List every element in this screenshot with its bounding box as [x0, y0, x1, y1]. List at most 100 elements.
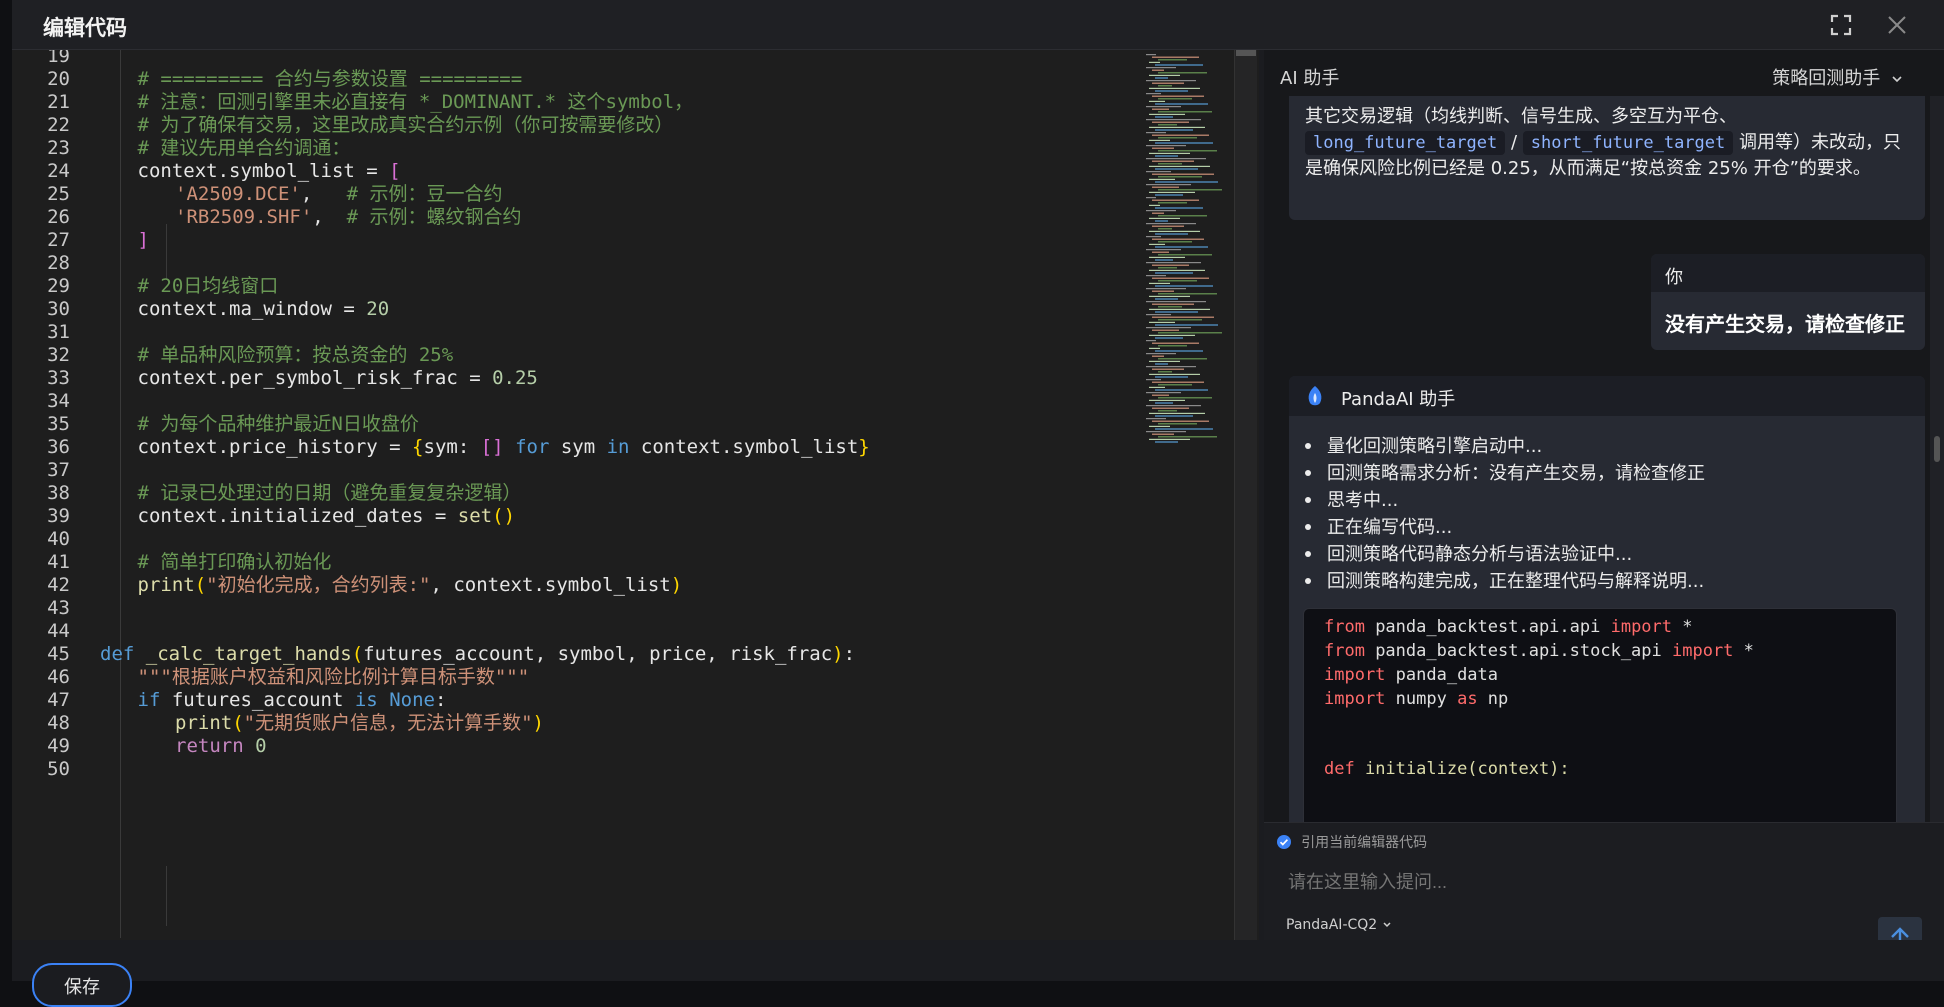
line-number: 19 [47, 50, 70, 67]
code-line[interactable]: return 0 [175, 732, 267, 760]
minimap-line [1155, 389, 1208, 391]
minimap-line [1152, 264, 1189, 266]
close-icon[interactable] [1885, 13, 1909, 37]
minimap-line [1149, 100, 1165, 102]
minimap-line [1152, 212, 1164, 214]
code-editor[interactable]: 19 20 21 22 23 24 25 26 27 28 29 30 31 32 33 34 35 36 37 38… [12, 50, 1259, 940]
minimap[interactable] [1142, 50, 1242, 940]
save-button[interactable]: 保存 [32, 963, 132, 1007]
minimap-line [1149, 230, 1200, 232]
indent-guide [166, 866, 167, 926]
minimap-line [1146, 184, 1191, 186]
code-token: as [1457, 689, 1478, 709]
code-line[interactable]: context.ma_window = 20 [138, 295, 390, 323]
minimap-line [1146, 249, 1181, 251]
minimap-line [1155, 155, 1178, 157]
minimap-line [1155, 376, 1188, 378]
minimap-line [1146, 132, 1166, 134]
minimap-line [1152, 355, 1164, 357]
code-line: def initialize(context): [1324, 759, 1570, 779]
minimap-line [1158, 423, 1197, 425]
line-number: 21 [47, 91, 70, 113]
minimap-line [1155, 298, 1178, 300]
step-item: 回测策略代码静态分析与语法验证中... [1327, 544, 1633, 565]
minimap-line [1155, 428, 1213, 430]
chat-input[interactable] [1286, 863, 1850, 901]
chat-scrollbar[interactable] [1930, 96, 1944, 822]
code-token: def [1324, 759, 1365, 779]
line-number: 27 [47, 229, 70, 251]
code-line: import numpy as np [1324, 689, 1508, 709]
minimap-line [1146, 418, 1166, 420]
code-line[interactable]: ] [138, 226, 149, 254]
minimap-line [1146, 54, 1156, 56]
minimap-line [1158, 280, 1197, 282]
minimap-line [1149, 178, 1175, 180]
minimap-line [1152, 134, 1209, 136]
minimap-line [1158, 124, 1177, 126]
minimap-line [1155, 246, 1208, 248]
chat-input-area: 引用当前编辑器代码 PandaAI-CQ2 [1264, 822, 1944, 961]
step-item: 正在编写代码... [1327, 517, 1453, 538]
message-line: 是确保风险比例已经是 0.25，从而满足“按总资金 25% 开仓”的要求。 [1305, 158, 1871, 179]
minimap-line [1149, 334, 1195, 336]
message-line: 其它交易逻辑（均线判断、信号生成、多空互为平仓、 [1305, 106, 1737, 127]
minimap-line [1158, 410, 1177, 412]
line-number: 24 [47, 160, 70, 182]
minimap-line [1152, 173, 1214, 175]
code-area[interactable]: # ========= 合约与参数设置 ========= # 注意：回测引擎里未… [100, 50, 1148, 940]
code-line[interactable]: context.per_symbol_risk_frac = 0.25 [138, 364, 538, 392]
assistant-mode-dropdown[interactable]: 策略回测助手 [1772, 64, 1904, 90]
code-chip: long_future_target [1305, 131, 1506, 155]
minimap-line [1155, 402, 1173, 404]
minimap-line [1158, 85, 1172, 87]
minimap-line [1149, 256, 1185, 258]
editor-scroll-thumb[interactable] [1236, 50, 1256, 56]
code-line[interactable]: context.initialized_dates = set() [138, 502, 516, 530]
line-number: 42 [47, 574, 70, 596]
minimap-line [1149, 269, 1205, 271]
minimap-line [1155, 272, 1193, 274]
fullscreen-icon[interactable] [1829, 13, 1853, 37]
minimap-line [1149, 425, 1170, 427]
reference-editor-toggle[interactable]: 引用当前编辑器代码 [1276, 831, 1427, 852]
minimap-line [1158, 241, 1192, 243]
line-number-gutter: 19 20 21 22 23 24 25 26 27 28 29 30 31 32 33 34 35 36 37 38… [12, 50, 108, 940]
code-token: panda_backtest.api.stock_api [1375, 641, 1672, 661]
chat-history[interactable]: 其它交易逻辑（均线判断、信号生成、多空互为平仓、 long_future_tar… [1264, 96, 1944, 822]
minimap-line [1146, 405, 1201, 407]
generated-code-block[interactable]: from panda_backtest.api.api import * fro… [1303, 608, 1897, 822]
model-selector[interactable]: PandaAI-CQ2 [1286, 917, 1392, 933]
minimap-line [1158, 137, 1197, 139]
line-number: 44 [47, 620, 70, 642]
chat-scroll-thumb[interactable] [1934, 436, 1940, 462]
minimap-line [1152, 225, 1184, 227]
editor-scrollbar[interactable] [1234, 50, 1257, 940]
minimap-line [1158, 267, 1177, 269]
minimap-line [1158, 306, 1182, 308]
minimap-line [1155, 363, 1168, 365]
minimap-line [1158, 358, 1207, 360]
minimap-line [1152, 82, 1184, 84]
checkbox-checked-icon[interactable] [1276, 834, 1292, 850]
panda-ai-logo-icon [1308, 386, 1322, 406]
line-number: 23 [47, 137, 70, 159]
chevron-down-icon [1892, 76, 1902, 83]
code-line[interactable]: 'RB2509.SHF', # 示例：螺纹钢合约 [175, 203, 522, 231]
line-number: 32 [47, 344, 70, 366]
minimap-line [1158, 254, 1212, 256]
code-token: import [1610, 617, 1673, 637]
message-fragment: 调用等）未改动，只 [1738, 132, 1901, 153]
code-line[interactable]: print("初始化完成，合约列表:", context.symbol_list… [138, 571, 683, 599]
minimap-line [1146, 379, 1161, 381]
minimap-line [1149, 165, 1210, 167]
bullet-dot [1305, 497, 1311, 503]
minimap-line [1152, 303, 1194, 305]
minimap-line [1155, 337, 1183, 339]
minimap-line [1149, 152, 1190, 154]
code-line[interactable]: context.price_history = {sym: [] for sym… [138, 433, 870, 461]
ai-assistant-panel: AI 助手 策略回测助手 其它交易逻辑（均线判断、信号生成、多空互为平仓、 lo… [1264, 50, 1944, 961]
minimap-line [1158, 72, 1207, 74]
code-line: import panda_data [1324, 665, 1498, 685]
line-number: 29 [47, 275, 70, 297]
